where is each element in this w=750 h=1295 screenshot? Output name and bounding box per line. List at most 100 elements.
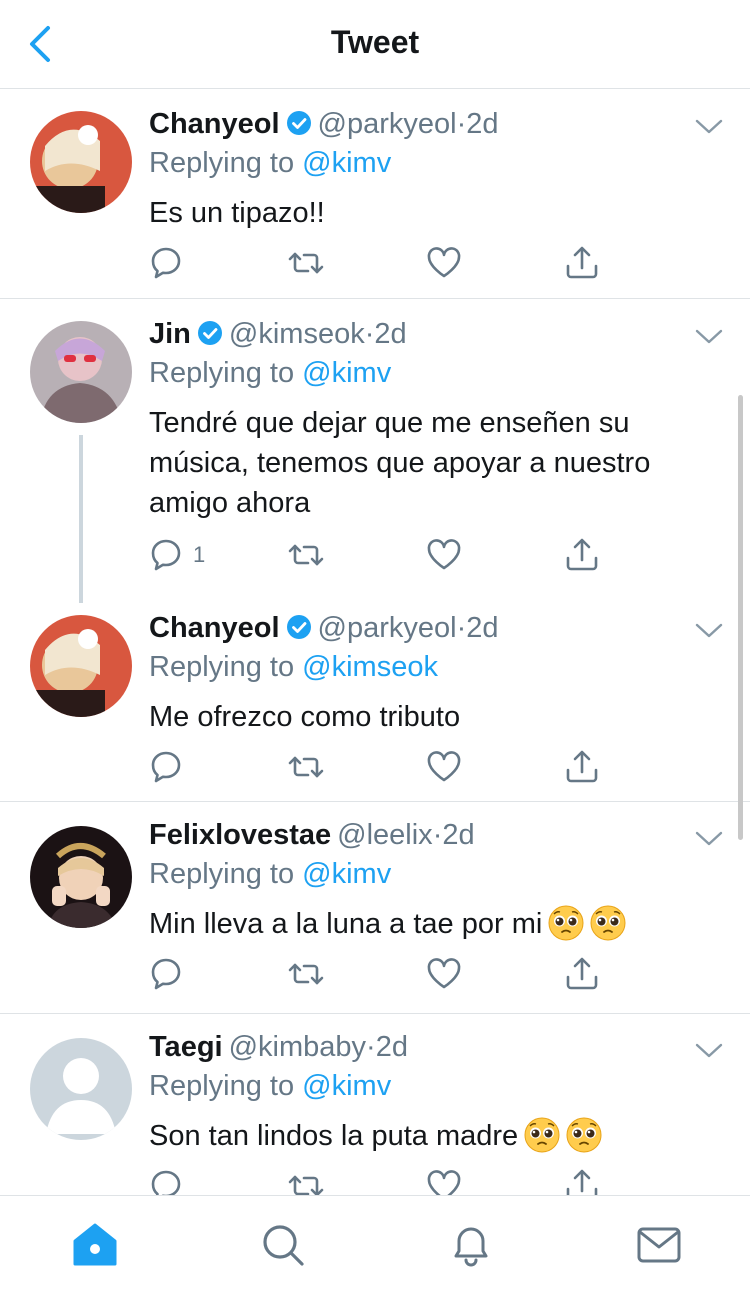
share-button[interactable] <box>563 954 601 994</box>
tweet-text-content: Min lleva a la luna a tae por mi <box>149 908 543 940</box>
tweet-item[interactable]: Felixlovestae @leelix·2d Replying to @kim… <box>0 802 750 1012</box>
reply-button[interactable] <box>149 243 193 283</box>
tweet-header: Taegi @kimbaby·2d <box>149 1031 408 1064</box>
reply-icon <box>151 751 181 783</box>
like-button[interactable] <box>425 747 463 787</box>
avatar[interactable] <box>30 615 132 717</box>
notifications-icon[interactable] <box>446 1220 496 1270</box>
replying-to-label: Replying to <box>149 147 303 179</box>
retweet-button[interactable] <box>287 243 325 283</box>
replying-to-label: Replying to <box>149 651 303 683</box>
like-button[interactable] <box>425 954 463 994</box>
avatar[interactable] <box>30 1038 132 1140</box>
separator-dot: · <box>366 1031 376 1063</box>
heart-icon <box>427 1170 461 1195</box>
display-name[interactable]: Chanyeol <box>149 108 280 140</box>
like-button[interactable] <box>425 1166 463 1195</box>
chevron-down-icon[interactable] <box>694 116 724 136</box>
share-icon <box>566 750 598 783</box>
handle[interactable]: @parkyeol <box>318 108 457 140</box>
replying-to-label: Replying to <box>149 357 303 389</box>
verified-badge-icon <box>285 110 312 136</box>
reply-button[interactable] <box>149 954 193 994</box>
chevron-down-icon[interactable] <box>694 828 724 848</box>
reply-icon <box>151 247 181 279</box>
mention-link[interactable]: @kimv <box>302 357 391 389</box>
share-button[interactable] <box>563 1166 601 1195</box>
chevron-down-icon[interactable] <box>694 1040 724 1060</box>
display-name[interactable]: Chanyeol <box>149 612 280 644</box>
mention-link[interactable]: @kimv <box>302 858 391 890</box>
tweet-text: Son tan lindos la puta madre <box>149 1116 709 1156</box>
heart-icon <box>427 751 461 782</box>
reply-icon <box>151 958 181 990</box>
handle[interactable]: @leelix <box>337 819 433 851</box>
tweet-header: Felixlovestae @leelix·2d <box>149 819 475 852</box>
reply-button[interactable]: 1 <box>149 535 205 575</box>
home-icon[interactable] <box>70 1220 120 1270</box>
retweet-button[interactable] <box>287 954 325 994</box>
verified-badge-icon <box>196 320 223 346</box>
timestamp[interactable]: 2d <box>466 612 498 644</box>
search-icon[interactable] <box>258 1220 308 1270</box>
chevron-down-icon[interactable] <box>694 620 724 640</box>
heart-icon <box>427 958 461 989</box>
share-button[interactable] <box>563 535 601 575</box>
handle[interactable]: @kimbaby <box>229 1031 366 1063</box>
reply-icon <box>151 539 181 571</box>
retweet-button[interactable] <box>287 1166 325 1195</box>
display-name[interactable]: Taegi <box>149 1031 223 1063</box>
retweet-button[interactable] <box>287 747 325 787</box>
handle[interactable]: @kimseok <box>229 318 365 350</box>
like-button[interactable] <box>425 535 463 575</box>
tweet-actions <box>149 954 619 994</box>
display-name[interactable]: Jin <box>149 318 191 350</box>
timestamp[interactable]: 2d <box>442 819 474 851</box>
like-button[interactable] <box>425 243 463 283</box>
retweet-icon <box>288 963 324 985</box>
timestamp[interactable]: 2d <box>466 108 498 140</box>
share-button[interactable] <box>563 747 601 787</box>
tweet-actions <box>149 1166 619 1195</box>
separator-dot: · <box>456 108 467 140</box>
top-bar: Tweet <box>0 0 750 89</box>
tweet-item[interactable]: Chanyeol @parkyeol·2d Replying to @kimseo… <box>0 593 750 801</box>
handle[interactable]: @parkyeol <box>318 612 457 644</box>
share-button[interactable] <box>563 243 601 283</box>
reply-button[interactable] <box>149 747 193 787</box>
messages-icon[interactable] <box>634 1220 684 1270</box>
display-name[interactable]: Felixlovestae <box>149 819 331 851</box>
tweet-header: Chanyeol @parkyeol·2d <box>149 108 499 141</box>
avatar[interactable] <box>30 111 132 213</box>
retweet-icon <box>288 756 324 778</box>
tweet-item[interactable]: Chanyeol @parkyeol·2d Replying to @kimv E… <box>0 89 750 298</box>
avatar[interactable] <box>30 826 132 928</box>
tweet-header: Jin @kimseok·2d <box>149 318 407 351</box>
scrollbar[interactable] <box>738 395 743 840</box>
avatar[interactable] <box>30 321 132 423</box>
pleading-face-emoji-icon <box>566 1117 603 1153</box>
reply-button[interactable] <box>149 1166 193 1195</box>
mention-link[interactable]: @kimv <box>302 147 391 179</box>
separator-dot: · <box>456 612 467 644</box>
tweet-text: Min lleva a la luna a tae por mi <box>149 904 709 944</box>
retweet-button[interactable] <box>287 535 325 575</box>
bottom-tab-bar <box>0 1195 750 1295</box>
replies-feed[interactable]: Chanyeol @parkyeol·2d Replying to @kimv E… <box>0 89 750 1195</box>
tweet-item[interactable]: Taegi @kimbaby·2d Replying to @kimv Son t… <box>0 1014 750 1195</box>
tweet-item[interactable]: Jin @kimseok·2d Replying to @kimv Tendré … <box>0 299 750 603</box>
share-icon <box>566 957 598 990</box>
reply-icon <box>151 1170 181 1195</box>
mention-link[interactable]: @kimseok <box>302 651 438 683</box>
tweet-text-content: Son tan lindos la puta madre <box>149 1120 519 1152</box>
separator-dot: · <box>364 318 375 350</box>
mention-link[interactable]: @kimv <box>302 1070 391 1102</box>
share-icon <box>566 246 598 279</box>
pleading-face-emoji-icon <box>590 905 627 941</box>
tweet-actions <box>149 747 619 787</box>
chevron-down-icon[interactable] <box>694 326 724 346</box>
replying-to: Replying to @kimv <box>149 357 391 390</box>
timestamp[interactable]: 2d <box>374 318 406 350</box>
timestamp[interactable]: 2d <box>376 1031 408 1063</box>
retweet-icon <box>288 252 324 274</box>
